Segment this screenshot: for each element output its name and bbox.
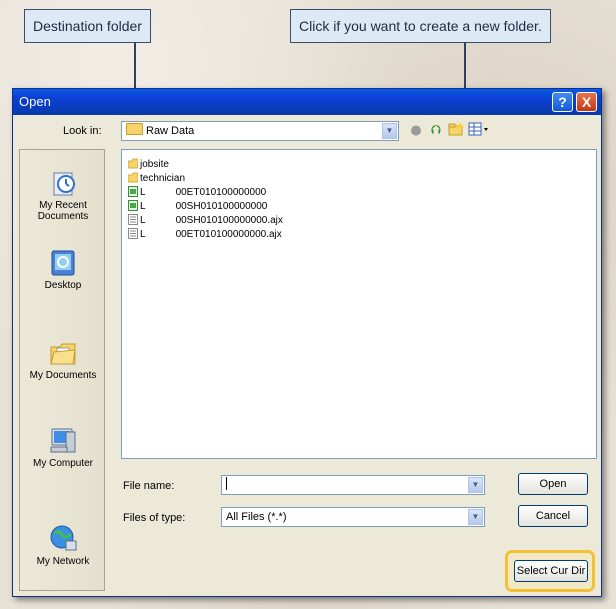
desktop-icon [48, 248, 78, 278]
look-in-label: Look in: [63, 125, 102, 137]
list-item[interactable]: L 00ET010100000000 [128, 186, 266, 199]
file-prefix: L [140, 215, 146, 226]
file-type-label: Files of type: [123, 512, 186, 524]
text-document-icon [128, 228, 138, 239]
close-button[interactable]: X [576, 92, 597, 112]
folder-icon [126, 123, 143, 135]
place-label: My Network [36, 556, 90, 567]
my-documents-icon [48, 338, 78, 368]
list-item[interactable]: jobsite [127, 158, 169, 171]
cancel-button[interactable]: Cancel [518, 505, 588, 527]
file-name-input[interactable]: ▼ [221, 475, 485, 495]
file-name: 00ET010100000000 [175, 187, 267, 198]
place-my-computer[interactable]: My Computer [20, 426, 106, 469]
select-cur-dir-button[interactable]: Select Cur Dir [514, 560, 588, 582]
file-name: technician [140, 173, 186, 184]
file-name: 00SH010100000000 [175, 201, 268, 212]
up-folder-icon[interactable]: ⮉ [427, 122, 445, 140]
file-type-value: All Files (*.*) [226, 511, 287, 523]
views-menu-icon[interactable] [467, 122, 491, 140]
list-item[interactable]: L 00SH010100000000.ajx [128, 214, 283, 227]
data-file-icon [128, 200, 138, 211]
folder-shortcut-icon [127, 158, 139, 169]
help-button[interactable]: ? [552, 92, 573, 112]
list-item[interactable]: technician [127, 172, 186, 185]
text-document-icon [128, 214, 138, 225]
file-prefix: L [140, 229, 146, 240]
place-my-documents[interactable]: My Documents [20, 338, 106, 381]
file-prefix: L [140, 201, 146, 212]
file-prefix: L [140, 187, 146, 198]
chevron-down-icon[interactable]: ▼ [382, 123, 397, 139]
list-item[interactable]: L 00SH010100000000 [128, 200, 267, 213]
place-my-recent-documents[interactable]: My Recent Documents [20, 168, 106, 222]
file-name: 00ET010100000000.ajx [175, 229, 282, 240]
file-name: jobsite [140, 159, 169, 170]
open-button[interactable]: Open [518, 473, 588, 495]
file-list[interactable]: jobsite technician L 00ET010100000000 L 00… [121, 149, 597, 459]
recent-documents-icon [48, 168, 78, 198]
dialog-title: Open [19, 94, 51, 109]
my-network-icon [48, 524, 78, 554]
place-desktop[interactable]: Desktop [20, 248, 106, 291]
list-item[interactable]: L 00ET010100000000.ajx [128, 228, 282, 241]
folder-shortcut-icon [127, 172, 139, 183]
open-dialog: Open ? X Look in: Raw Data ▼ ● ⮉ My Rece… [12, 88, 602, 597]
data-file-icon [128, 186, 138, 197]
places-bar: My Recent Documents Desktop My Documents… [19, 149, 105, 591]
place-label: Desktop [44, 280, 82, 291]
text-cursor [226, 477, 227, 490]
new-folder-icon[interactable] [447, 122, 465, 140]
title-bar[interactable]: Open ? X [13, 89, 601, 115]
place-my-network[interactable]: My Network [20, 524, 106, 567]
back-icon[interactable]: ● [407, 122, 425, 140]
place-label: My Recent Documents [37, 200, 89, 222]
chevron-down-icon[interactable]: ▼ [468, 509, 483, 525]
new-folder-callout: Click if you want to create a new folder… [290, 9, 551, 43]
file-name-label: File name: [123, 480, 175, 492]
look-in-value: Raw Data [146, 125, 195, 137]
chevron-down-icon[interactable]: ▼ [468, 477, 483, 493]
file-type-dropdown[interactable]: All Files (*.*) ▼ [221, 507, 485, 527]
file-name: 00SH010100000000.ajx [175, 215, 283, 226]
place-label: My Documents [29, 370, 97, 381]
my-computer-icon [48, 426, 78, 456]
look-in-dropdown[interactable]: Raw Data ▼ [121, 121, 399, 141]
destination-folder-callout: Destination folder [24, 9, 151, 43]
place-label: My Computer [32, 458, 93, 469]
